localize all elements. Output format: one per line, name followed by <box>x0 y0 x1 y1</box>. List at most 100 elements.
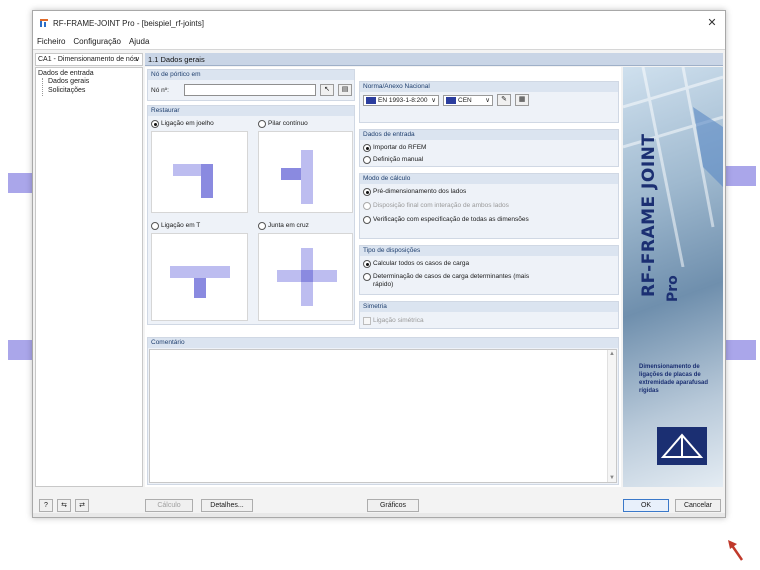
annex-dropdown[interactable]: CEN ∨ <box>443 95 493 106</box>
radio-knee-joint[interactable] <box>151 120 159 128</box>
column-shape <box>301 150 313 204</box>
new-annex-button[interactable]: ✎ <box>497 94 511 106</box>
menu-bar: Ficheiro Configuração Ajuda <box>33 35 725 49</box>
symmetric-joint-checkbox[interactable] <box>363 317 371 325</box>
chevron-down-icon: ∨ <box>431 97 436 104</box>
radio-import-rfem-label: Importar do RFEM <box>373 144 427 151</box>
preview-cross-joint[interactable] <box>258 233 353 321</box>
brand-pro: Pro <box>665 275 681 302</box>
input-data-group: Dados de entrada Importar do RFEM Defini… <box>359 129 619 167</box>
comment-group: Comentário ▲ ▼ <box>147 337 619 485</box>
knee-column-shape <box>201 164 213 198</box>
eu-flag-icon <box>366 97 376 104</box>
annex-value: CEN <box>458 97 472 104</box>
radio-governing-load-cases-label-1: Determinação de casos de carga determina… <box>373 273 530 280</box>
radio-verification[interactable] <box>363 216 371 224</box>
radio-governing-load-cases[interactable] <box>363 273 371 281</box>
node-group-title: Nó de pórtico em <box>148 70 354 80</box>
layout-type-group-title: Tipo de disposições <box>360 246 618 256</box>
app-window: RF-FRAME-JOINT Pro - [beispiel_rf-joints… <box>32 10 726 518</box>
nav-item-general[interactable]: Dados gerais <box>48 78 89 85</box>
radio-all-load-cases[interactable] <box>363 260 371 268</box>
menu-settings[interactable]: Configuração <box>73 35 121 49</box>
import-icon[interactable]: ⇆ <box>57 499 71 512</box>
layout-type-group: Tipo de disposições Calcular todos os ca… <box>359 245 619 295</box>
red-arrow-icon <box>728 540 744 561</box>
preview-knee-joint[interactable] <box>151 131 248 213</box>
restore-group-title: Restaurar <box>148 106 354 116</box>
knee-beam-shape <box>173 164 201 176</box>
radio-knee-joint-label: Ligação em joelho <box>161 120 214 127</box>
title-bar[interactable]: RF-FRAME-JOINT Pro - [beispiel_rf-joints… <box>33 11 725 35</box>
menu-divider <box>33 49 725 50</box>
main-content: Nó de pórtico em Nó nº: ↖ ▤ Restaurar Li… <box>145 67 621 487</box>
close-icon[interactable]: ✕ <box>705 16 719 30</box>
calc-mode-group: Modo de cálculo Pré-dimensionamento dos … <box>359 173 619 239</box>
radio-import-rfem[interactable] <box>363 144 371 152</box>
background-bar-right-top <box>726 166 756 186</box>
details-button[interactable]: Detalhes... <box>201 499 253 512</box>
node-group: Nó de pórtico em Nó nº: ↖ ▤ <box>147 69 355 101</box>
status-bar <box>33 513 725 517</box>
background-bar-left-top <box>8 173 32 193</box>
norm-dropdown[interactable]: EN 1993-1-8:200 ∨ <box>363 95 439 106</box>
ok-button[interactable]: OK <box>623 499 669 512</box>
edit-annex-button[interactable]: ▦ <box>515 94 529 106</box>
scroll-up-icon[interactable]: ▲ <box>609 351 615 357</box>
help-icon[interactable]: ? <box>39 499 53 512</box>
radio-final-layout-label: Disposição final com interação de ambos … <box>373 202 509 209</box>
background-bar-right-bottom <box>726 340 756 360</box>
t-column-shape <box>194 278 206 298</box>
comment-scrollbar[interactable]: ▲ ▼ <box>607 350 616 482</box>
case-selector-value: CA1 - Dimensionamento de nós <box>38 56 138 63</box>
calculation-button[interactable]: Cálculo <box>145 499 193 512</box>
radio-manual-definition-label: Definição manual <box>373 156 424 163</box>
node-info-button[interactable]: ▤ <box>338 84 352 96</box>
node-number-input[interactable] <box>184 84 316 96</box>
navigator-panel: Dados de entrada Dados gerais Solicitaçõ… <box>35 67 143 487</box>
t-beam-shape <box>170 266 230 278</box>
restore-group: Restaurar Ligação em joelho Pilar contín… <box>147 105 355 325</box>
radio-manual-definition[interactable] <box>363 156 371 164</box>
brand-title: RF-FRAME JOINT <box>639 133 659 297</box>
graphics-button[interactable]: Gráficos <box>367 499 419 512</box>
window-title: RF-FRAME-JOINT Pro - [beispiel_rf-joints… <box>53 19 204 28</box>
radio-final-layout[interactable] <box>363 202 371 210</box>
menu-file[interactable]: Ficheiro <box>37 35 65 49</box>
comment-textarea[interactable]: ▲ ▼ <box>149 349 617 483</box>
preview-continuous-column[interactable] <box>258 131 353 213</box>
background-bar-left-bottom <box>8 340 32 360</box>
scroll-down-icon[interactable]: ▼ <box>609 475 615 481</box>
cross-center-shape <box>301 270 313 282</box>
chevron-down-icon: ∨ <box>134 56 140 63</box>
eu-flag-icon <box>446 97 456 104</box>
comment-group-title: Comentário <box>148 338 618 348</box>
menu-help[interactable]: Ajuda <box>129 35 149 49</box>
radio-verification-label: Verificação com especificação de todas a… <box>373 216 529 223</box>
cancel-button[interactable]: Cancelar <box>675 499 721 512</box>
brand-description: Dimensionamento de ligações de placas de… <box>639 364 709 394</box>
radio-all-load-cases-label: Calcular todos os casos de carga <box>373 260 470 267</box>
radio-predesign-label: Pré-dimensionamento dos lados <box>373 188 467 195</box>
radio-t-joint[interactable] <box>151 222 159 230</box>
export-icon[interactable]: ⇄ <box>75 499 89 512</box>
input-data-group-title: Dados de entrada <box>360 130 618 140</box>
column-beam-shape <box>281 168 301 180</box>
radio-cross-joint[interactable] <box>258 222 266 230</box>
node-label: Nó nº: <box>151 87 169 94</box>
nav-root[interactable]: Dados de entrada <box>38 70 94 77</box>
calc-mode-group-title: Modo de cálculo <box>360 174 618 184</box>
radio-continuous-column-label: Pilar contínuo <box>268 120 308 127</box>
preview-t-joint[interactable] <box>151 233 248 321</box>
chevron-down-icon: ∨ <box>485 97 490 104</box>
dlubal-logo <box>657 427 707 465</box>
symmetric-joint-label: Ligação simétrica <box>373 317 424 324</box>
nav-item-loads[interactable]: Solicitações <box>48 87 85 94</box>
page-title: 1.1 Dados gerais <box>145 53 723 66</box>
radio-continuous-column[interactable] <box>258 120 266 128</box>
symmetry-group-title: Simetria <box>360 302 618 312</box>
case-selector[interactable]: CA1 - Dimensionamento de nós ∨ <box>35 53 143 66</box>
radio-predesign[interactable] <box>363 188 371 196</box>
symmetry-group: Simetria Ligação simétrica <box>359 301 619 329</box>
pick-node-button[interactable]: ↖ <box>320 84 334 96</box>
